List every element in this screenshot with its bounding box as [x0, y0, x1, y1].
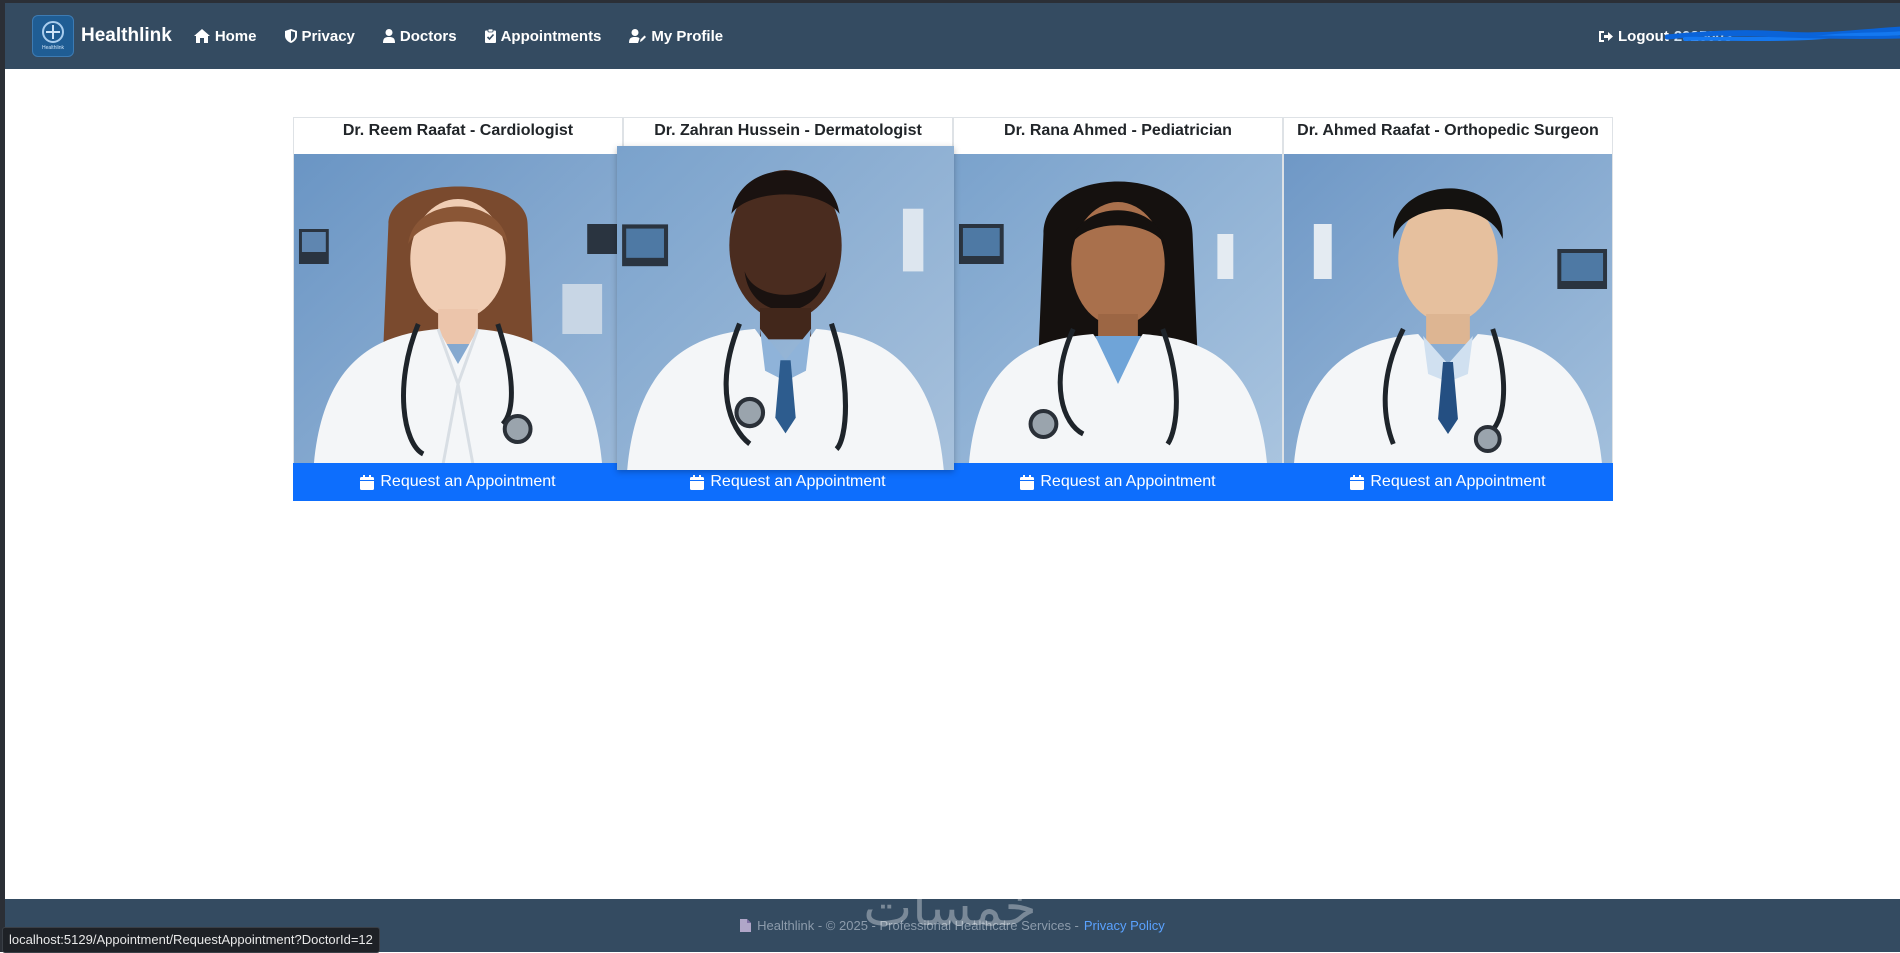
- nav-privacy-label: Privacy: [301, 27, 355, 45]
- doctor-photo: [294, 154, 622, 464]
- logout-label: Logout: [1618, 27, 1669, 45]
- doctor-photo: [1284, 154, 1612, 464]
- calendar-icon: [360, 474, 375, 490]
- window-frame-left: [0, 0, 5, 952]
- request-appointment-label: Request an Appointment: [1040, 473, 1216, 490]
- browser-status-url: localhost:5129/Appointment/RequestAppoin…: [2, 927, 380, 953]
- request-appointment-label: Request an Appointment: [380, 473, 556, 490]
- request-appointment-label: Request an Appointment: [1370, 473, 1546, 490]
- calendar-icon: [1350, 474, 1365, 490]
- calendar-icon: [1020, 474, 1035, 490]
- doctor-name: Dr. Rana Ahmed - Pediatrician: [1004, 122, 1232, 139]
- nav-home-label: Home: [214, 27, 257, 45]
- doctor-card: Dr. Reem Raafat - Cardiologist Request a…: [293, 117, 623, 501]
- request-appointment-button[interactable]: Request an Appointment: [1283, 463, 1613, 501]
- nav-my-profile[interactable]: My Profile: [629, 28, 723, 45]
- shield-icon: [284, 29, 297, 43]
- nav-appointments[interactable]: Appointments: [484, 27, 602, 45]
- doctor-card: Dr. Rana Ahmed - Pediatrician Request an: [953, 117, 1283, 501]
- request-appointment-button[interactable]: Request an Appointment: [293, 463, 623, 501]
- doctor-name: Dr. Reem Raafat - Cardiologist: [342, 122, 574, 139]
- file-icon: [740, 919, 752, 932]
- logout-link[interactable]: Logout 2025003: [1599, 3, 1732, 69]
- home-icon: [193, 29, 210, 43]
- doctor-name: Dr. Ahmed Raafat - Orthopedic Surgeon: [1297, 122, 1599, 139]
- calendar-icon: [690, 474, 705, 490]
- doctor-card: Dr. Ahmed Raafat - Orthopedic Surgeon Re…: [1283, 117, 1613, 501]
- nav-home[interactable]: Home: [193, 27, 257, 45]
- doctor-photo: [617, 146, 954, 470]
- privacy-policy-link[interactable]: Privacy Policy: [1084, 918, 1165, 933]
- logout-username: 2025003: [1673, 27, 1733, 45]
- doctor-card: Dr. Zahran Hussein - Dermatologist Reque…: [617, 117, 954, 501]
- nav-doctors-label: Doctors: [399, 27, 457, 45]
- nav-doctors[interactable]: Doctors: [382, 27, 457, 45]
- sign-out-icon: [1599, 30, 1613, 42]
- brand-name: Healthlink: [81, 25, 172, 46]
- brand-logo-icon: Healthlink: [32, 15, 74, 57]
- nav-privacy[interactable]: Privacy: [284, 27, 355, 45]
- doctor-photo: [954, 154, 1282, 464]
- user-icon: [382, 29, 395, 43]
- user-edit-icon: [629, 29, 647, 43]
- brand-link[interactable]: Healthlink Healthlink: [32, 15, 172, 57]
- clipboard-check-icon: [484, 29, 496, 43]
- footer-text: Healthlink - © 2025 - Professional Healt…: [757, 918, 1079, 933]
- nav-appointments-label: Appointments: [500, 27, 602, 45]
- doctor-cards: Dr. Reem Raafat - Cardiologist Request a…: [293, 117, 1613, 501]
- request-appointment-label: Request an Appointment: [710, 473, 886, 490]
- nav-my-profile-label: My Profile: [651, 27, 724, 45]
- top-navbar: Healthlink Healthlink Home Privacy Docto…: [5, 3, 1900, 69]
- request-appointment-button[interactable]: Request an Appointment: [953, 463, 1283, 501]
- main-nav: Home Privacy Doctors Appointments My Pro…: [193, 27, 751, 45]
